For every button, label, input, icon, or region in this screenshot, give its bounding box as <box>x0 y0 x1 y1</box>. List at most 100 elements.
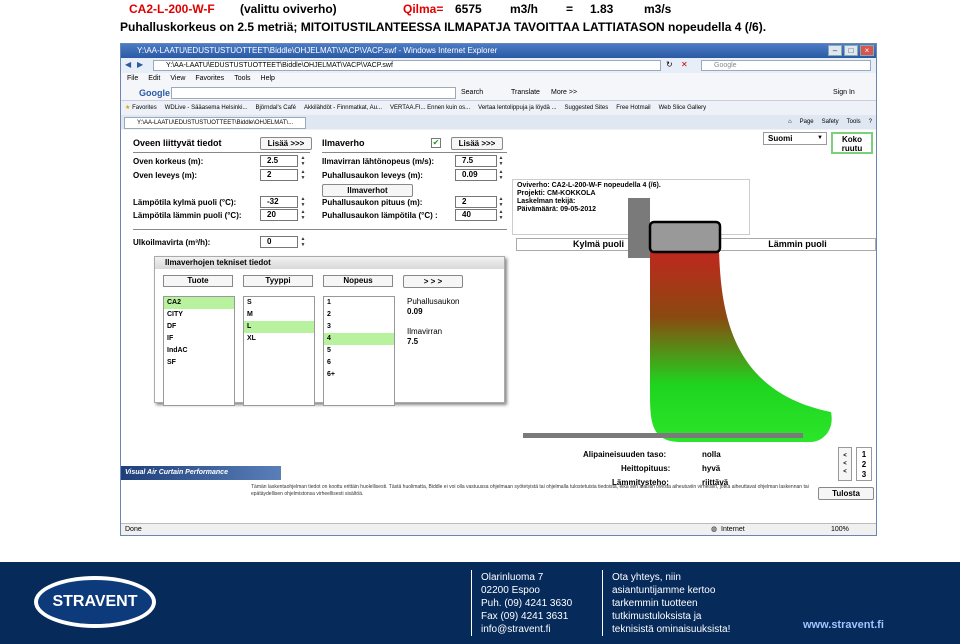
menu-view[interactable]: View <box>170 73 185 85</box>
temp-cold-input[interactable]: -32 <box>260 196 298 208</box>
outlet-speed-stepper[interactable]: ▲ ▼ <box>498 155 504 167</box>
favorites-button[interactable]: ★ Favorites <box>125 101 157 115</box>
minimize-button[interactable]: – <box>828 45 842 56</box>
sign-in-link[interactable]: Sign In <box>833 89 855 96</box>
menu-favorites[interactable]: Favorites <box>195 73 224 85</box>
type-list[interactable]: S M L XL <box>243 296 315 406</box>
temp-cold-stepper[interactable]: ▲ ▼ <box>300 196 306 208</box>
curtains-button[interactable]: Ilmaverhot <box>322 184 413 197</box>
outlet-speed-input[interactable]: 7.5 <box>455 155 497 167</box>
fav-link[interactable]: Akkilähdöt - Finnmatkat, Au... <box>304 101 382 115</box>
page-3[interactable]: 3 <box>857 470 871 480</box>
back-icon[interactable]: ◀ <box>125 60 131 69</box>
divider <box>322 152 507 153</box>
maximize-button[interactable]: □ <box>844 45 858 56</box>
temp-warm-stepper[interactable]: ▲ ▼ <box>300 209 306 221</box>
list-item[interactable]: IF <box>164 333 234 345</box>
curtain-more-button[interactable]: Lisää >>> <box>451 137 503 150</box>
speed-list[interactable]: 1 2 3 4 5 6 6+ <box>323 296 395 406</box>
door-more-button[interactable]: Lisää >>> <box>260 137 312 150</box>
nozzle-width-input[interactable]: 0.09 <box>455 169 497 181</box>
fullscreen-button[interactable]: Koko ruutu <box>831 132 873 154</box>
model-code: CA2-L-200-W-F <box>129 2 215 16</box>
google-search-input[interactable] <box>171 87 456 99</box>
menu-file[interactable]: File <box>127 73 138 85</box>
nozzle-temp-input[interactable]: 40 <box>455 209 497 221</box>
fav-link[interactable]: Vertaa lentolippuja ja löydä ... <box>478 101 556 115</box>
stop-icon[interactable]: ✕ <box>681 60 688 69</box>
nozzle-length-stepper[interactable]: ▲ ▼ <box>498 196 504 208</box>
fav-link[interactable]: Web Slice Gallery <box>659 101 707 115</box>
fav-link[interactable]: Björndal's Café <box>255 101 296 115</box>
list-item[interactable]: IndAC <box>164 345 234 357</box>
page-menu[interactable]: Page <box>800 117 814 128</box>
unit-m3h: m3/h <box>510 2 539 16</box>
print-button[interactable]: Tulosta <box>818 487 874 500</box>
search-input[interactable]: Google <box>701 60 871 71</box>
menu-bar: File Edit View Favorites Tools Help <box>121 73 876 85</box>
curtain-checkbox[interactable]: ✔ <box>431 138 441 148</box>
addr-line: Fax (09) 4241 3631 <box>481 611 569 622</box>
tech-panel: Ilmaverhojen tekniset tiedot Tuote Tyypp… <box>154 256 505 406</box>
safety-menu[interactable]: Safety <box>822 117 839 128</box>
more-button[interactable]: More >> <box>551 89 577 96</box>
temp-warm-label: Lämpötila lämmin puoli (°C): <box>133 211 242 220</box>
nozzle-length-label: Puhallusaukon pituus (m): <box>322 198 423 207</box>
door-height-input[interactable]: 2.5 <box>260 155 298 167</box>
nozzle-width-stepper[interactable]: ▲ ▼ <box>498 169 504 181</box>
door-width-stepper[interactable]: ▲ ▼ <box>300 169 306 181</box>
list-item[interactable]: M <box>244 309 314 321</box>
list-item[interactable]: 3 <box>324 321 394 333</box>
list-item[interactable]: 6 <box>324 357 394 369</box>
outdoor-flow-stepper[interactable]: ▲ ▼ <box>300 236 306 248</box>
next-button[interactable]: > > > <box>403 275 463 288</box>
list-item[interactable]: DF <box>164 321 234 333</box>
list-item[interactable]: 1 <box>324 297 394 309</box>
temp-warm-input[interactable]: 20 <box>260 209 298 221</box>
page-selector[interactable]: 1 2 3 <box>856 447 872 481</box>
list-item[interactable]: L <box>244 321 314 333</box>
website-link[interactable]: www.stravent.fi <box>803 619 884 632</box>
home-icon[interactable]: ⌂ <box>788 117 792 128</box>
list-item[interactable]: 4 <box>324 333 394 345</box>
language-select[interactable]: Suomi ▼ <box>763 132 827 145</box>
translate-button[interactable]: Translate <box>511 89 540 96</box>
list-item[interactable]: 6+ <box>324 369 394 381</box>
fav-link[interactable]: Suggested Sites <box>565 101 609 115</box>
forward-icon[interactable]: ▶ <box>137 60 143 69</box>
page-back-button[interactable]: < < < <box>838 447 852 481</box>
menu-help[interactable]: Help <box>261 73 275 85</box>
list-item[interactable]: XL <box>244 333 314 345</box>
fav-link[interactable]: Free Hotmail <box>616 101 650 115</box>
zoom-level[interactable]: 100% <box>831 524 849 535</box>
list-item[interactable]: S <box>244 297 314 309</box>
menu-tools[interactable]: Tools <box>234 73 250 85</box>
door-height-stepper[interactable]: ▲ ▼ <box>300 155 306 167</box>
close-button[interactable]: × <box>860 45 874 56</box>
refresh-icon[interactable]: ↻ <box>666 60 673 69</box>
browser-tab[interactable]: Y:\AA-LAATU\EDUSTUSTUOTTEET\Biddle\OHJEL… <box>124 117 306 129</box>
nozzle-length-input[interactable]: 2 <box>455 196 497 208</box>
email-link[interactable]: info@stravent.fi <box>481 623 572 636</box>
list-item[interactable]: CITY <box>164 309 234 321</box>
fav-link[interactable]: WDLive - Sääasema Helsinki... <box>165 101 248 115</box>
menu-edit[interactable]: Edit <box>148 73 160 85</box>
fav-link[interactable]: VERTAA.FI... Ennen kuin os... <box>390 101 470 115</box>
page-1[interactable]: 1 <box>857 450 871 460</box>
product-list[interactable]: CA2 CITY DF IF IndAC SF <box>163 296 235 406</box>
page-2[interactable]: 2 <box>857 460 871 470</box>
tools-menu[interactable]: Tools <box>847 117 861 128</box>
address-input[interactable]: Y:\AA-LAATU\EDUSTUSTUOTTEET\Biddle\OHJEL… <box>153 60 661 71</box>
google-search-button[interactable]: Search <box>461 89 483 96</box>
list-item[interactable]: CA2 <box>164 297 234 309</box>
door-width-input[interactable]: 2 <box>260 169 298 181</box>
outdoor-flow-input[interactable]: 0 <box>260 236 298 248</box>
help-icon[interactable]: ? <box>869 117 872 128</box>
col-product-header: Tuote <box>163 275 233 287</box>
list-item[interactable]: 2 <box>324 309 394 321</box>
list-item[interactable]: SF <box>164 357 234 369</box>
list-item[interactable]: 5 <box>324 345 394 357</box>
nozzle-temp-stepper[interactable]: ▲ ▼ <box>498 209 504 221</box>
status-text: Done <box>125 526 142 533</box>
google-toolbar: Google Search Translate More >> Sign In <box>121 85 876 101</box>
